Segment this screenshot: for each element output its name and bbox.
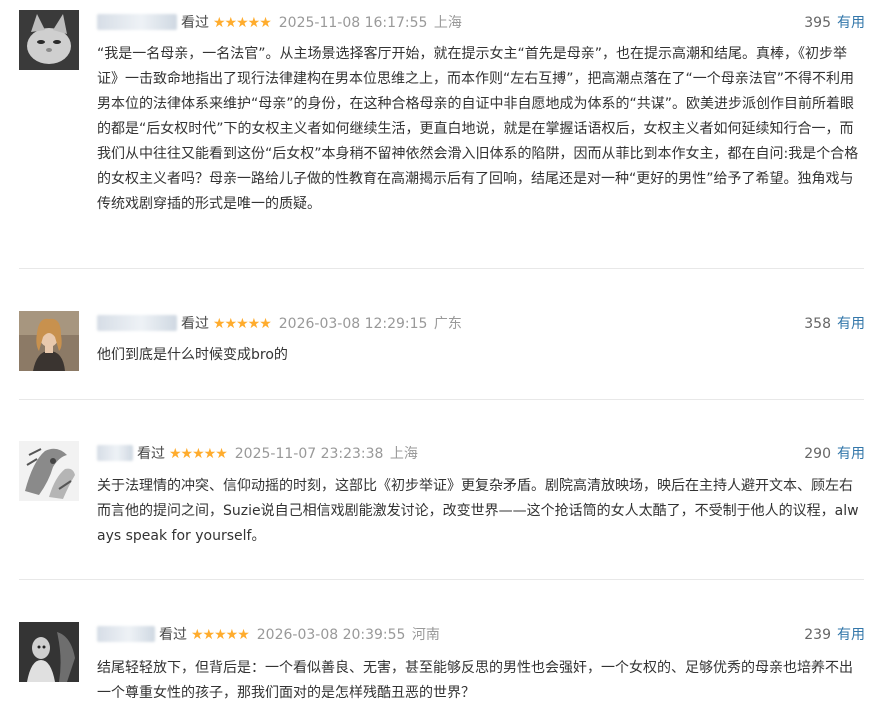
review-location: 上海 — [433, 15, 462, 31]
rating-stars: ★★★★★ — [213, 316, 272, 332]
cat-avatar-icon — [19, 10, 79, 70]
avatar[interactable] — [19, 441, 79, 501]
useful-button[interactable]: 有用 — [837, 15, 865, 31]
useful-button[interactable]: 有用 — [837, 446, 865, 462]
username[interactable] — [97, 626, 155, 642]
review-location: 河南 — [411, 627, 440, 643]
vote-count: 239 — [804, 627, 831, 643]
watch-status: 看过 — [181, 15, 209, 31]
divider — [19, 399, 864, 400]
avatar[interactable] — [19, 622, 79, 682]
review-content: 结尾轻轻放下，但背后是：一个看似善良、无害，甚至能够反思的男性也会强奸，一个女权… — [97, 660, 853, 701]
review-time: 2025-11-08 16:17:55 — [278, 15, 428, 31]
review-location: 广东 — [433, 316, 462, 332]
watch-status: 看过 — [159, 627, 187, 643]
username[interactable] — [97, 315, 177, 331]
review-meta: 看过 ★★★★★ 2025-11-08 16:17:55 上海 395 有用 — [97, 12, 865, 34]
review-time: 2025-11-07 23:23:38 — [234, 446, 384, 462]
sketch-avatar-icon — [19, 441, 79, 501]
review-content: 关于法理情的冲突、信仰动摇的时刻，这部比《初步举证》更复杂矛盾。剧院高清放映场，… — [97, 478, 859, 544]
useful-button[interactable]: 有用 — [837, 627, 865, 643]
vote-area: 290 有用 — [804, 443, 865, 465]
vote-count: 290 — [804, 446, 831, 462]
review-content: 他们到底是什么时候变成bro的 — [97, 347, 288, 363]
vote-count: 395 — [804, 15, 831, 31]
vote-area: 358 有用 — [804, 313, 865, 335]
username[interactable] — [97, 14, 177, 30]
avatar[interactable] — [19, 311, 79, 371]
review-meta: 看过 ★★★★★ 2025-11-07 23:23:38 上海 290 有用 — [97, 443, 865, 465]
username[interactable] — [97, 445, 133, 461]
vote-count: 358 — [804, 316, 831, 332]
woman-portrait-avatar-icon — [19, 311, 79, 371]
watch-status: 看过 — [181, 316, 209, 332]
watch-status: 看过 — [137, 446, 165, 462]
useful-button[interactable]: 有用 — [837, 316, 865, 332]
review-meta: 看过 ★★★★★ 2026-03-08 12:29:15 广东 358 有用 — [97, 313, 865, 335]
rating-stars: ★★★★★ — [191, 627, 250, 643]
review-time: 2026-03-08 20:39:55 — [256, 627, 406, 643]
review-time: 2026-03-08 12:29:15 — [278, 316, 428, 332]
dark-photo-avatar-icon — [19, 622, 79, 682]
avatar[interactable] — [19, 10, 79, 70]
rating-stars: ★★★★★ — [169, 446, 228, 462]
review-content: “我是一名母亲，一名法官”。从主场景选择客厅开始，就在提示女主“首先是母亲”，也… — [97, 46, 859, 212]
vote-area: 395 有用 — [804, 12, 865, 34]
vote-area: 239 有用 — [804, 624, 865, 646]
divider — [19, 579, 864, 580]
review-meta: 看过 ★★★★★ 2026-03-08 20:39:55 河南 239 有用 — [97, 624, 865, 646]
review-location: 上海 — [389, 446, 418, 462]
rating-stars: ★★★★★ — [213, 15, 272, 31]
divider — [19, 268, 864, 269]
